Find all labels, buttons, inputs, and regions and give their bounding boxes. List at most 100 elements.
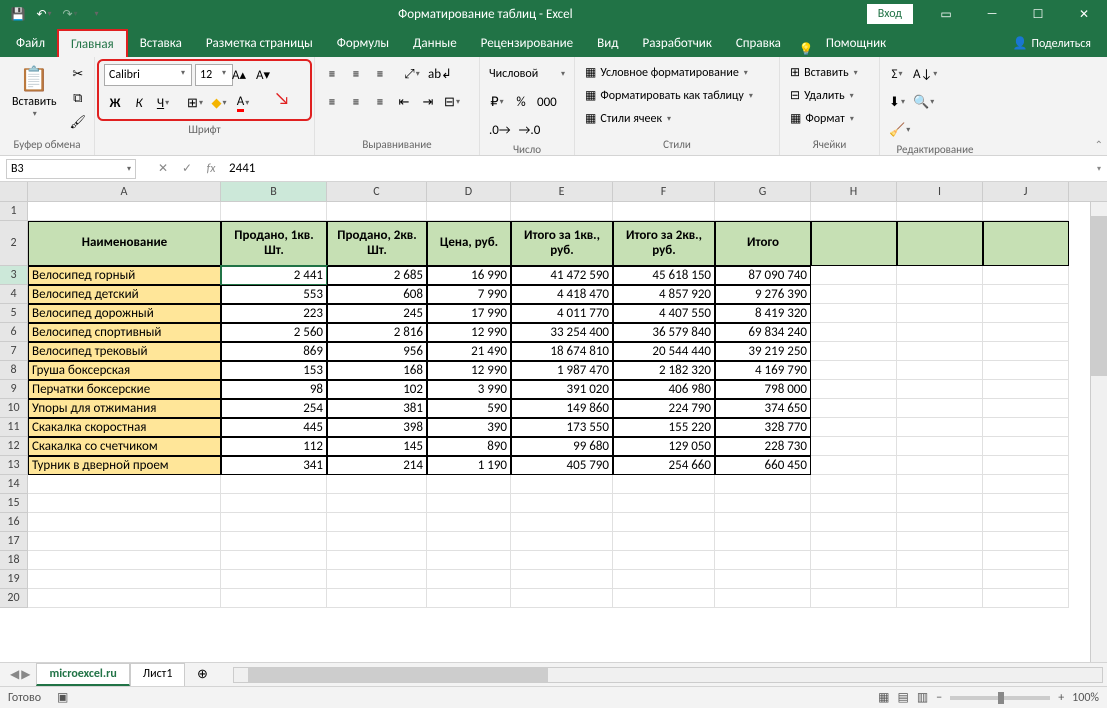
cell[interactable]: 145: [327, 437, 427, 456]
normal-view-icon[interactable]: ▦: [878, 690, 889, 705]
cell[interactable]: [613, 513, 715, 532]
cell[interactable]: [811, 202, 897, 221]
cell[interactable]: [327, 551, 427, 570]
cell[interactable]: [811, 266, 897, 285]
cell[interactable]: [511, 202, 613, 221]
cell[interactable]: [221, 551, 327, 570]
cell[interactable]: 2 816: [327, 323, 427, 342]
cell[interactable]: Велосипед трековый: [28, 342, 221, 361]
cell[interactable]: Упоры для отжимания: [28, 399, 221, 418]
collapse-ribbon-icon[interactable]: ⌃: [1095, 138, 1103, 151]
cell[interactable]: 869: [221, 342, 327, 361]
cell[interactable]: [897, 266, 983, 285]
cell[interactable]: 20 544 440: [613, 342, 715, 361]
row-header[interactable]: 13: [0, 456, 28, 475]
fill-icon[interactable]: ⬇▾: [886, 91, 908, 113]
tab-файл[interactable]: Файл: [4, 30, 57, 57]
cell[interactable]: [715, 532, 811, 551]
cell[interactable]: [897, 399, 983, 418]
cell[interactable]: 328 770: [715, 418, 811, 437]
cell[interactable]: 33 254 400: [511, 323, 613, 342]
cell[interactable]: [327, 202, 427, 221]
sheet-prev-icon[interactable]: ◀: [10, 667, 19, 682]
cell[interactable]: 87 090 740: [715, 266, 811, 285]
cell[interactable]: [715, 513, 811, 532]
cell[interactable]: 45 618 150: [613, 266, 715, 285]
cell[interactable]: 12 990: [427, 323, 511, 342]
tab-вид[interactable]: Вид: [585, 30, 630, 57]
cell[interactable]: 2 182 320: [613, 361, 715, 380]
cell[interactable]: Велосипед дорожный: [28, 304, 221, 323]
cell[interactable]: [983, 285, 1069, 304]
cell[interactable]: [715, 475, 811, 494]
row-header[interactable]: 11: [0, 418, 28, 437]
tab-вставка[interactable]: Вставка: [128, 30, 194, 57]
cell[interactable]: [613, 475, 715, 494]
cell[interactable]: [983, 266, 1069, 285]
orientation-icon[interactable]: ⤢▾: [401, 63, 423, 85]
sheet-next-icon[interactable]: ▶: [21, 667, 30, 682]
cell[interactable]: [983, 589, 1069, 608]
cell[interactable]: Продано, 2кв. Шт.: [327, 221, 427, 266]
cell[interactable]: 224 790: [613, 399, 715, 418]
cell[interactable]: 98: [221, 380, 327, 399]
cell[interactable]: [811, 551, 897, 570]
cell[interactable]: [427, 532, 511, 551]
cell[interactable]: [221, 532, 327, 551]
font-color-icon[interactable]: A▾: [232, 92, 254, 114]
signin-button[interactable]: Вход: [867, 4, 913, 24]
cell[interactable]: [983, 304, 1069, 323]
row-header[interactable]: 9: [0, 380, 28, 399]
cell[interactable]: [613, 202, 715, 221]
cell[interactable]: 4 407 550: [613, 304, 715, 323]
cell[interactable]: [897, 342, 983, 361]
zoom-in-icon[interactable]: +: [1058, 691, 1064, 705]
row-header[interactable]: 8: [0, 361, 28, 380]
cell[interactable]: [327, 532, 427, 551]
cell[interactable]: [221, 202, 327, 221]
cell[interactable]: [897, 221, 983, 266]
cell[interactable]: [28, 551, 221, 570]
copy-icon[interactable]: ⧉: [67, 87, 90, 109]
align-center-icon[interactable]: ≡: [345, 91, 367, 113]
row-header[interactable]: 6: [0, 323, 28, 342]
cell[interactable]: [511, 532, 613, 551]
cell[interactable]: 3 990: [427, 380, 511, 399]
cell[interactable]: [811, 380, 897, 399]
col-header-D[interactable]: D: [427, 182, 511, 201]
cell[interactable]: [715, 551, 811, 570]
row-header[interactable]: 14: [0, 475, 28, 494]
formula-input[interactable]: [223, 159, 1096, 179]
cell[interactable]: [811, 342, 897, 361]
cell[interactable]: [511, 494, 613, 513]
cell[interactable]: [427, 475, 511, 494]
cell[interactable]: 12 990: [427, 361, 511, 380]
cell[interactable]: [983, 380, 1069, 399]
cell[interactable]: 1 190: [427, 456, 511, 475]
cell[interactable]: 7 990: [427, 285, 511, 304]
cell[interactable]: [897, 418, 983, 437]
cancel-formula-icon[interactable]: ✕: [151, 157, 175, 181]
italic-button[interactable]: К: [128, 92, 150, 114]
fx-icon[interactable]: fx: [199, 157, 223, 181]
cell[interactable]: 39 219 250: [715, 342, 811, 361]
conditional-formatting-button[interactable]: ▦Условное форматирование▾: [581, 63, 752, 82]
autosum-icon[interactable]: Σ▾: [886, 63, 908, 85]
minimize-icon[interactable]: —: [969, 0, 1015, 28]
cell[interactable]: 69 834 240: [715, 323, 811, 342]
enter-formula-icon[interactable]: ✓: [175, 157, 199, 181]
cell[interactable]: [983, 418, 1069, 437]
cell[interactable]: 149 860: [511, 399, 613, 418]
cell[interactable]: 16 990: [427, 266, 511, 285]
cell[interactable]: 21 490: [427, 342, 511, 361]
row-header[interactable]: 12: [0, 437, 28, 456]
cell[interactable]: [427, 202, 511, 221]
cell[interactable]: 4 857 920: [613, 285, 715, 304]
cell[interactable]: 4 169 790: [715, 361, 811, 380]
qat-customize-icon[interactable]: ▾: [84, 2, 108, 26]
cell[interactable]: [613, 589, 715, 608]
cell[interactable]: 398: [327, 418, 427, 437]
row-header[interactable]: 3: [0, 266, 28, 285]
cell[interactable]: 590: [427, 399, 511, 418]
font-name-combo[interactable]: [104, 64, 192, 86]
